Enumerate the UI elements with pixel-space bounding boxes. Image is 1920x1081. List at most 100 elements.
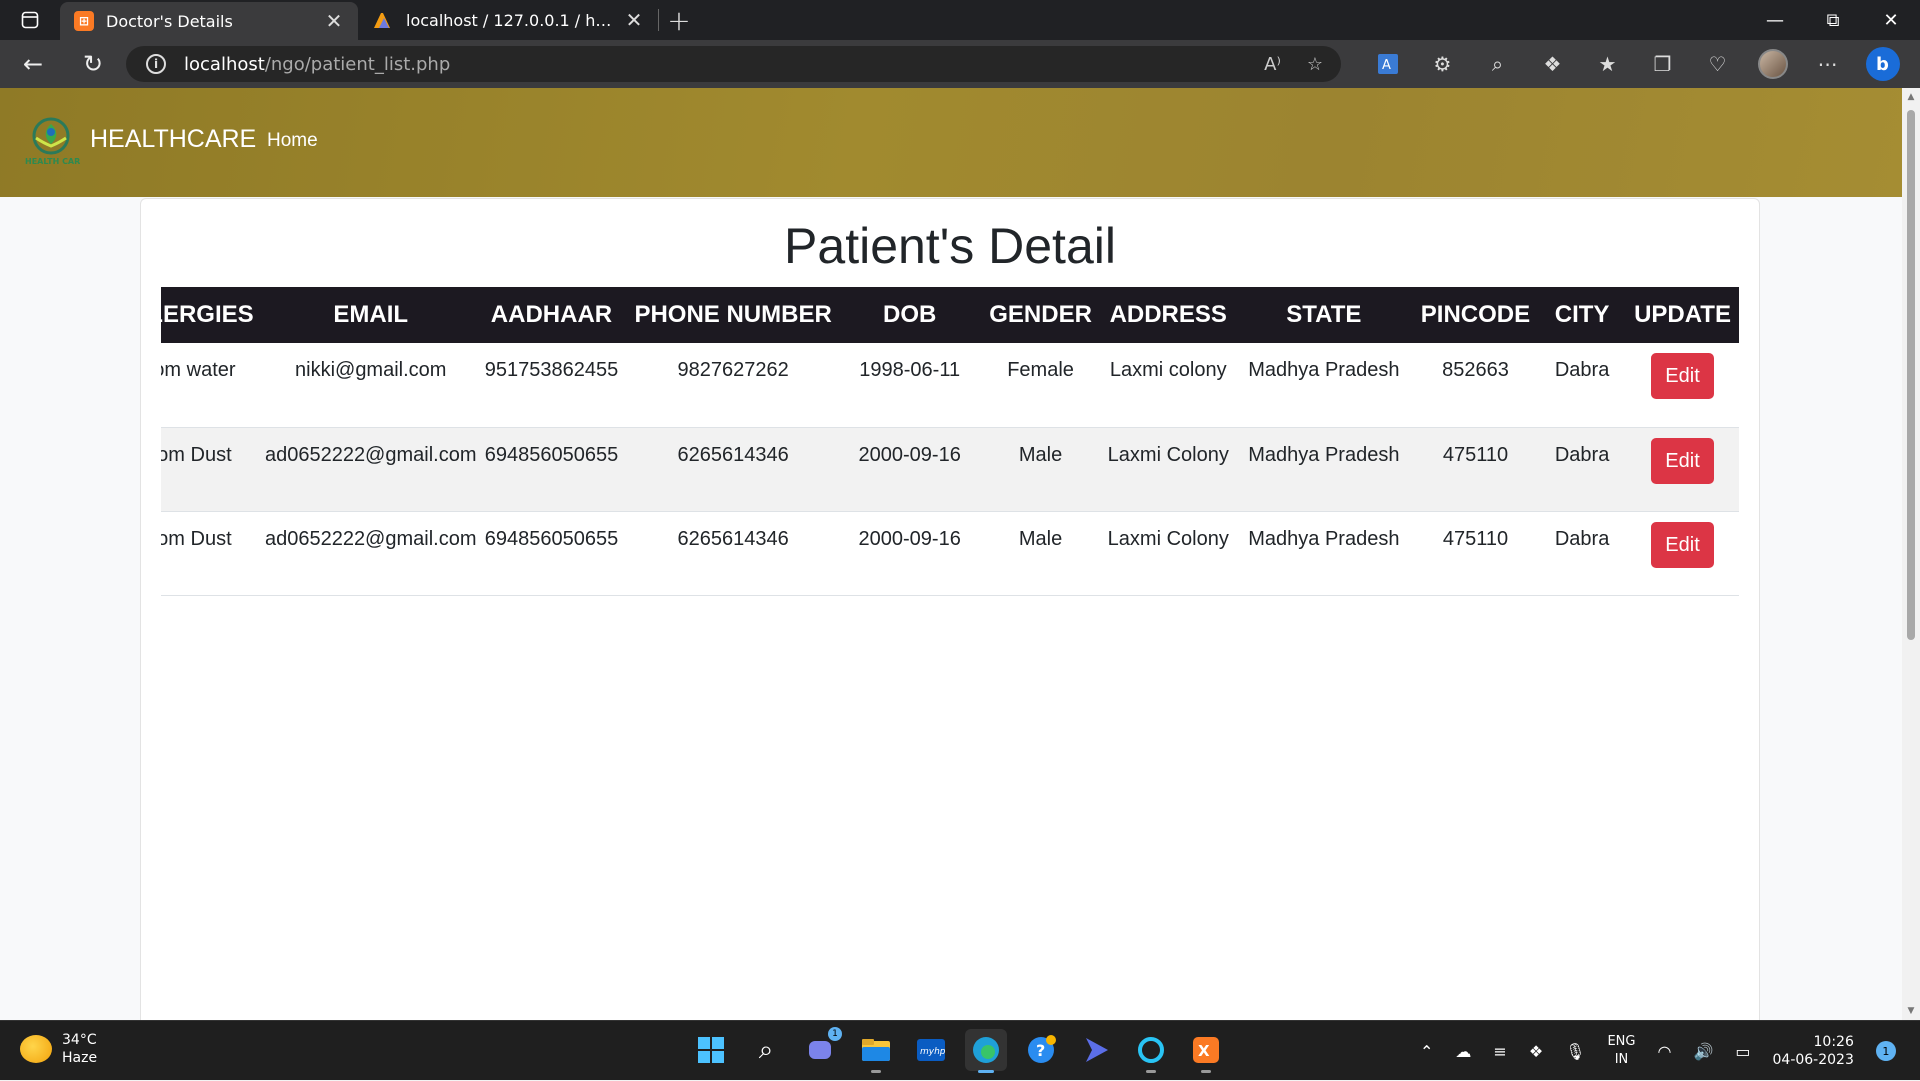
restore-icon[interactable]: ⧉ <box>1804 0 1862 40</box>
show-hidden-icons-icon[interactable]: ⌃ <box>1420 1042 1433 1061</box>
cell-pincode: 475110 <box>1412 427 1539 512</box>
notification-badge[interactable]: 1 <box>1875 1041 1896 1061</box>
weather-widget[interactable]: 34°C Haze <box>20 1031 97 1067</box>
edit-button[interactable]: Edit <box>1651 353 1714 399</box>
search-button[interactable]: ⌕ <box>745 1029 787 1071</box>
url-bar[interactable]: i localhost/ngo/patient_list.php A⁾ ☆ <box>126 46 1341 82</box>
power-automate-button[interactable] <box>1075 1029 1117 1071</box>
close-tab-icon[interactable]: ✕ <box>624 8 644 32</box>
extension-icon[interactable]: ⚙ <box>1415 40 1470 88</box>
svg-text:X: X <box>1198 1042 1210 1060</box>
xampp-icon: X <box>1193 1037 1219 1063</box>
collections-icon[interactable]: ❐ <box>1635 40 1690 88</box>
search-icon: ⌕ <box>758 1034 774 1065</box>
language-indicator[interactable]: ENG IN <box>1607 1033 1635 1069</box>
nav-home-link[interactable]: Home <box>267 130 318 152</box>
brand-name[interactable]: HEALTHCARE <box>90 125 256 154</box>
power-automate-icon <box>1086 1038 1108 1062</box>
close-window-icon[interactable]: ✕ <box>1862 0 1920 40</box>
add-favorite-icon[interactable]: ☆ <box>1307 54 1323 75</box>
myhp-icon: myhp <box>917 1039 946 1061</box>
column-header-pincode: PINCODE <box>1412 287 1539 343</box>
weather-condition: Haze <box>62 1050 98 1066</box>
new-tab-button[interactable]: + <box>659 4 699 37</box>
bing-copilot-button[interactable]: b <box>1855 40 1910 88</box>
cell-state: Madhya Pradesh <box>1234 511 1413 596</box>
extensions-icon[interactable]: ❖ <box>1525 40 1580 88</box>
cell-aadhaar: 951753862455 <box>476 343 627 428</box>
clock[interactable]: 10:26 04-06-2023 <box>1773 1033 1854 1069</box>
teams-chat-button[interactable]: 1 <box>800 1027 842 1071</box>
refresh-icon: ↻ <box>82 50 104 78</box>
cell-dob: 2000-09-16 <box>839 511 980 596</box>
column-header-state: STATE <box>1234 287 1413 343</box>
column-header-allergies: ALLERGIES <box>161 287 265 343</box>
start-button[interactable] <box>690 1029 732 1071</box>
screenshot-icon[interactable]: ⌕ <box>1470 40 1525 88</box>
language-code: ENG <box>1607 1034 1636 1049</box>
time: 10:26 <box>1813 1034 1854 1050</box>
cell-update: Edit <box>1626 427 1739 512</box>
dropbox-icon[interactable]: ❖ <box>1529 1042 1543 1061</box>
health-icon[interactable]: ♡ <box>1690 40 1745 88</box>
minimize-icon[interactable]: — <box>1746 0 1804 40</box>
scrollbar-thumb[interactable] <box>1907 110 1915 640</box>
back-button[interactable]: ← <box>0 40 66 88</box>
column-header-email: EMAIL <box>264 287 477 343</box>
taskbar-apps: ⌕ 1 myhp ? X <box>690 1027 1227 1073</box>
cell-aadhaar: 694856050655 <box>476 511 627 596</box>
profile-button[interactable] <box>1745 40 1800 88</box>
table-row: From Dust ad0652222@gmail.com 6948560506… <box>161 427 1739 512</box>
cell-city: Dabra <box>1538 427 1627 512</box>
scroll-up-icon[interactable]: ▲ <box>1906 92 1916 102</box>
browser-tab-bar: ⊞ Doctor's Details ✕ localhost / 127.0.0… <box>0 0 1920 40</box>
tab-doctors-details[interactable]: ⊞ Doctor's Details ✕ <box>60 2 358 40</box>
read-aloud-icon[interactable]: A⁾ <box>1264 54 1281 75</box>
myhp-button[interactable]: myhp <box>910 1029 952 1071</box>
favorites-icon[interactable]: ★ <box>1580 40 1635 88</box>
file-explorer-button[interactable] <box>855 1029 897 1073</box>
column-header-aadhaar: AADHAAR <box>476 287 627 343</box>
phpmyadmin-icon <box>374 13 390 28</box>
onedrive-icon[interactable]: ☁ <box>1455 1042 1471 1061</box>
cell-city: Dabra <box>1538 343 1627 428</box>
column-header-dob: DOB <box>839 287 980 343</box>
close-tab-icon[interactable]: ✕ <box>324 9 344 33</box>
help-button[interactable]: ? <box>1020 1029 1062 1071</box>
cell-dob: 1998-06-11 <box>839 343 980 428</box>
cell-phone: 6265614346 <box>626 511 840 596</box>
alexa-button[interactable] <box>1130 1029 1172 1073</box>
tab-phpmyadmin[interactable]: localhost / 127.0.0.1 / healthcare ✕ <box>358 0 658 40</box>
browser-toolbar: A ⚙ ⌕ ❖ ★ ❐ ♡ ⋯ b <box>1360 40 1910 88</box>
wifi-icon[interactable]: ◠ <box>1657 1042 1671 1061</box>
translate-icon[interactable]: A <box>1360 40 1415 88</box>
site-info-icon[interactable]: i <box>146 54 166 74</box>
more-options-icon[interactable]: ⋯ <box>1800 40 1855 88</box>
refresh-button[interactable]: ↻ <box>66 40 120 88</box>
cell-state: Madhya Pradesh <box>1234 343 1413 428</box>
microphone-icon[interactable]: 🎙 <box>1565 1042 1585 1061</box>
page-viewport: HEALTH CARE HEALTHCARE Home Patient's De… <box>0 88 1902 1020</box>
edit-button[interactable]: Edit <box>1651 521 1714 568</box>
page-scrollbar[interactable]: ▲ ▼ <box>1902 88 1920 1020</box>
table-header-row: ALLERGIES EMAIL AADHAAR PHONE NUMBER DOB… <box>161 287 1739 343</box>
healthcare-logo[interactable]: HEALTH CARE <box>22 116 80 168</box>
edge-button[interactable] <box>965 1029 1007 1073</box>
notes-icon[interactable]: ≡ <box>1493 1042 1506 1061</box>
cell-email: ad0652222@gmail.com <box>264 427 477 512</box>
battery-icon[interactable]: ▭ <box>1735 1042 1750 1061</box>
column-header-phone: PHONE NUMBER <box>626 287 840 343</box>
tab-actions-button[interactable] <box>0 0 60 40</box>
scroll-down-icon[interactable]: ▼ <box>1906 1006 1916 1016</box>
xampp-button[interactable]: X <box>1185 1029 1227 1073</box>
patient-table-scroll[interactable]: ALLERGIES EMAIL AADHAAR PHONE NUMBER DOB… <box>161 287 1739 596</box>
logo-text: HEALTH CARE <box>25 157 80 166</box>
temperature: 34°C <box>62 1032 97 1048</box>
volume-icon[interactable]: 🔊 <box>1693 1042 1713 1061</box>
edit-button[interactable]: Edit <box>1651 437 1714 484</box>
address-toolbar: ← ↻ i localhost/ngo/patient_list.php A⁾ … <box>0 40 1920 88</box>
running-indicator <box>871 1070 881 1073</box>
cell-gender: Female <box>979 343 1102 428</box>
help-icon: ? <box>1028 1035 1056 1063</box>
edge-icon <box>973 1037 999 1063</box>
